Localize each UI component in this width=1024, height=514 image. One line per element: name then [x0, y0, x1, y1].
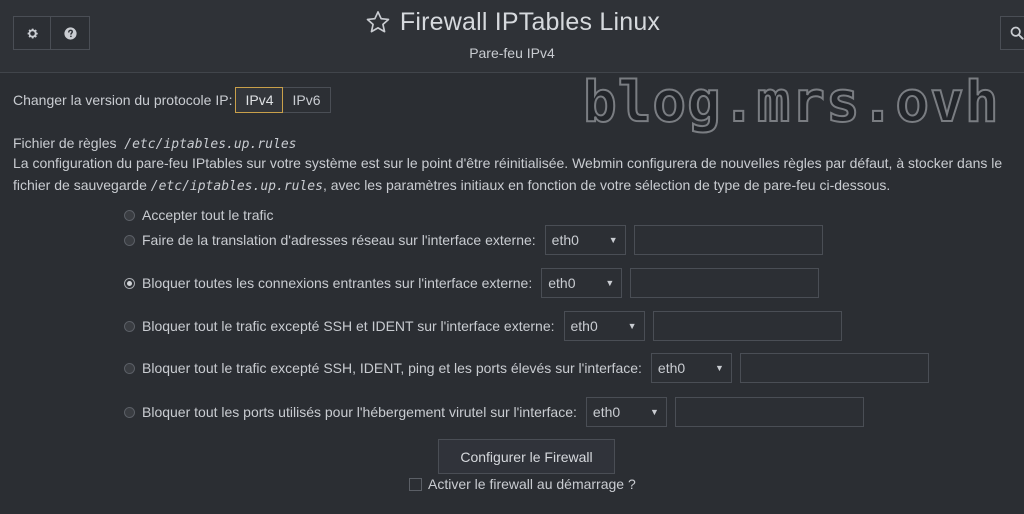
interface-select[interactable]: eth0 ▼ [541, 268, 623, 298]
interface-value: eth0 [548, 275, 576, 291]
interface-text-input[interactable] [633, 225, 823, 255]
search-button[interactable] [1000, 16, 1024, 50]
firewall-option-ssh-ident[interactable]: Bloquer tout le trafic excepté SSH et ID… [124, 311, 842, 341]
activate-on-boot-row[interactable]: Activer le firewall au démarrage ? [409, 476, 636, 492]
option-label: Bloquer toutes les connexions entrantes … [142, 275, 533, 291]
activate-on-boot-checkbox[interactable] [409, 477, 422, 491]
radio-button[interactable] [124, 209, 135, 221]
interface-text-input[interactable] [674, 397, 864, 427]
interface-value: eth0 [551, 232, 579, 248]
top-bar: Firewall IPTables Linux Pare-feu IPv4 [0, 0, 1024, 73]
firewall-option-ssh-ident-ping[interactable]: Bloquer tout le trafic excepté SSH, IDEN… [124, 353, 929, 383]
rules-file-label: Fichier de règles [13, 135, 117, 151]
caret-down-icon: ▼ [714, 363, 724, 373]
activate-on-boot-label: Activer le firewall au démarrage ? [428, 476, 636, 492]
description-path: /etc/iptables.up.rules [150, 179, 323, 194]
interface-select[interactable]: eth0 ▼ [650, 353, 732, 383]
interface-select[interactable]: eth0 ▼ [544, 225, 626, 255]
star-outline-icon[interactable] [364, 9, 392, 36]
protocol-selector-row: Changer la version du protocole IP: IPv4… [13, 87, 331, 113]
option-label: Bloquer tout le trafic excepté SSH et ID… [142, 318, 555, 334]
caret-down-icon: ▼ [608, 235, 618, 245]
reset-description: La configuration du pare-feu IPtables su… [13, 152, 1013, 198]
watermark: blog.mrs.ovh [582, 69, 1000, 136]
interface-value: eth0 [570, 318, 598, 334]
interface-text-input[interactable] [630, 268, 820, 298]
header-title-area: Firewall IPTables Linux Pare-feu IPv4 [0, 8, 1024, 61]
ipv6-button[interactable]: IPv6 [283, 87, 331, 113]
search-icon [1010, 26, 1024, 40]
caret-down-icon: ▼ [605, 278, 615, 288]
firewall-option-virtual-hosting[interactable]: Bloquer tout les ports utilisés pour l'h… [124, 397, 864, 427]
protocol-toggle: IPv4 IPv6 [235, 87, 331, 113]
firewall-option-block-incoming[interactable]: Bloquer toutes les connexions entrantes … [124, 268, 820, 298]
description-text-2: , avec les paramètres initiaux en foncti… [322, 177, 891, 193]
interface-value: eth0 [592, 404, 621, 420]
rules-file-path: /etc/iptables.up.rules [124, 137, 297, 152]
interface-text-input[interactable] [652, 311, 842, 341]
interface-select[interactable]: eth0 ▼ [563, 311, 645, 341]
interface-value: eth0 [657, 360, 686, 376]
interface-text-input[interactable] [739, 353, 929, 383]
radio-button[interactable] [124, 234, 135, 246]
interface-select[interactable]: eth0 ▼ [585, 397, 667, 427]
page-title: Firewall IPTables Linux [399, 8, 661, 36]
option-label: Bloquer tout le trafic excepté SSH, IDEN… [142, 360, 642, 376]
configure-firewall-button[interactable]: Configurer le Firewall [438, 439, 615, 474]
option-label: Bloquer tout les ports utilisés pour l'h… [142, 404, 577, 420]
protocol-label: Changer la version du protocole IP: [13, 92, 233, 108]
radio-button[interactable] [124, 320, 135, 332]
radio-button[interactable] [124, 362, 135, 374]
rules-file-heading: Fichier de règles /etc/iptables.up.rules [13, 135, 296, 152]
option-label: Accepter tout le trafic [142, 207, 274, 223]
firewall-option-nat[interactable]: Faire de la translation d'adresses résea… [124, 225, 823, 255]
radio-button[interactable] [124, 406, 135, 418]
radio-button-selected[interactable] [124, 277, 135, 289]
option-label: Faire de la translation d'adresses résea… [142, 232, 536, 248]
caret-down-icon: ▼ [627, 321, 637, 331]
firewall-option-accept-all[interactable]: Accepter tout le trafic [124, 205, 274, 225]
page-subtitle: Pare-feu IPv4 [469, 45, 555, 61]
ipv4-button[interactable]: IPv4 [235, 87, 284, 113]
caret-down-icon: ▼ [649, 407, 659, 417]
